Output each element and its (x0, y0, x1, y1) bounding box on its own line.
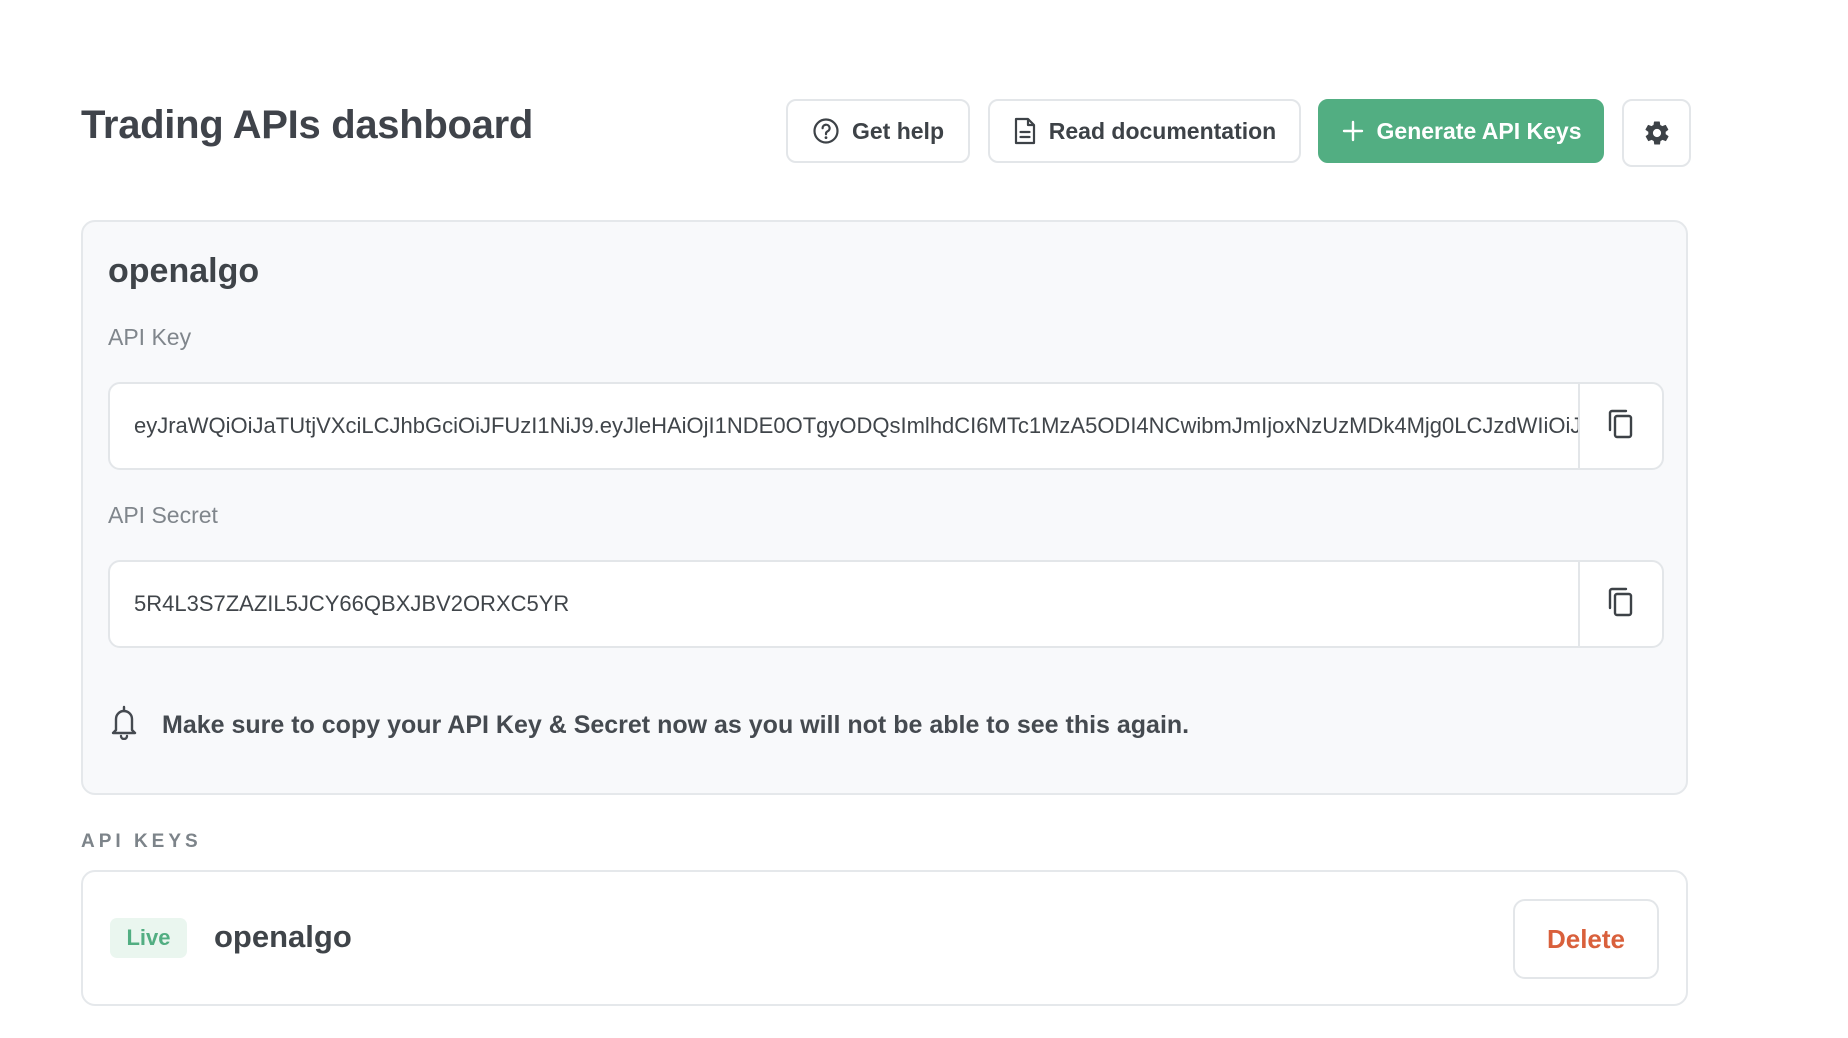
copy-api-key-button[interactable] (1578, 384, 1662, 468)
status-badge: Live (110, 918, 187, 958)
plus-icon (1341, 119, 1365, 143)
read-documentation-button[interactable]: Read documentation (988, 99, 1301, 163)
api-key-value[interactable]: eyJraWQiOiJaTUtjVXciLCJhbGciOiJFUzI1NiJ9… (134, 384, 1578, 468)
copy-api-secret-button[interactable] (1578, 562, 1662, 646)
document-icon (1013, 117, 1037, 145)
get-help-button[interactable]: Get help (786, 99, 970, 163)
api-key-label: API Key (108, 324, 192, 350)
help-circle-icon (812, 117, 840, 145)
copy-icon (1606, 408, 1636, 445)
read-documentation-label: Read documentation (1048, 117, 1277, 144)
api-secret-value[interactable]: 5R4L3S7ZAZIL5JCY66QBXJBV2ORXC5YR (134, 562, 1578, 646)
credential-name: openalgo (108, 252, 260, 290)
api-secret-label: API Secret (108, 502, 218, 528)
api-key-name: openalgo (214, 919, 352, 954)
api-keys-section-label: API KEYS (81, 831, 202, 852)
bell-icon (108, 704, 140, 747)
settings-button[interactable] (1622, 99, 1691, 167)
generate-api-keys-button[interactable]: Generate API Keys (1318, 99, 1604, 163)
get-help-label: Get help (851, 117, 944, 144)
copy-warning-text: Make sure to copy your API Key & Secret … (162, 711, 1190, 739)
api-credentials-card: openalgo API Key eyJraWQiOiJaTUtjVXciLCJ… (81, 220, 1688, 795)
delete-api-key-button[interactable]: Delete (1513, 899, 1659, 979)
api-secret-field[interactable]: 5R4L3S7ZAZIL5JCY66QBXJBV2ORXC5YR (108, 560, 1664, 648)
api-keys-list: Live openalgo Delete (81, 870, 1688, 1006)
page-title: Trading APIs dashboard (81, 103, 533, 147)
copy-icon (1606, 586, 1636, 623)
generate-api-keys-label: Generate API Keys (1376, 117, 1582, 144)
api-key-field[interactable]: eyJraWQiOiJaTUtjVXciLCJhbGciOiJFUzI1NiJ9… (108, 382, 1664, 470)
copy-warning: Make sure to copy your API Key & Secret … (108, 704, 1189, 747)
gear-icon (1643, 119, 1671, 147)
